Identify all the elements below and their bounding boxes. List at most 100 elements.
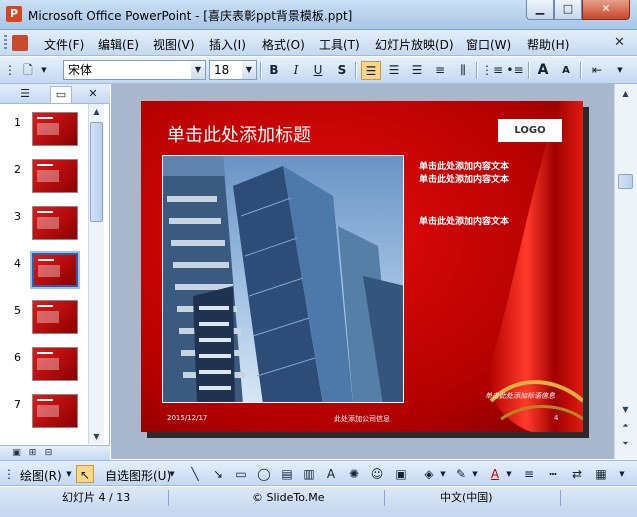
slides-pane-scrollbar[interactable]: ▲ ▼ bbox=[88, 104, 104, 444]
justify-button[interactable]: ≡ bbox=[430, 61, 450, 80]
close-pane-button[interactable]: ✕ bbox=[82, 86, 104, 103]
font-size-select[interactable]: 18 ▼ bbox=[209, 60, 257, 80]
font-color-icon[interactable]: A bbox=[486, 465, 504, 483]
diagram-icon[interactable]: ✺ bbox=[345, 465, 363, 483]
scrollbar-thumb[interactable] bbox=[90, 122, 103, 222]
slide-thumbnail-row[interactable]: 2 bbox=[0, 159, 88, 201]
menu-format[interactable]: 格式(O) bbox=[262, 36, 305, 53]
align-left-button[interactable]: ☰ bbox=[361, 61, 381, 80]
italic-button[interactable]: I bbox=[286, 61, 306, 80]
arrow-tool-icon[interactable]: ↘ bbox=[209, 465, 227, 483]
slide-thumbnail[interactable] bbox=[32, 300, 78, 334]
close-button[interactable]: ✕ bbox=[582, 0, 630, 20]
slide-thumbnail[interactable] bbox=[32, 206, 78, 240]
slide-thumbnail[interactable] bbox=[32, 159, 78, 193]
distribute-button[interactable]: ⫼ bbox=[453, 61, 473, 80]
slide-thumbnail-row[interactable]: 1 bbox=[0, 112, 88, 154]
logo-box[interactable]: LOGO bbox=[498, 119, 562, 142]
menu-slideshow[interactable]: 幻灯片放映(D) bbox=[375, 36, 454, 53]
select-objects-icon[interactable]: ↖ bbox=[76, 465, 94, 483]
scroll-up-icon[interactable]: ▲ bbox=[89, 104, 104, 119]
menu-window[interactable]: 窗口(W) bbox=[466, 36, 511, 53]
menu-insert[interactable]: 插入(I) bbox=[209, 36, 246, 53]
underline-button[interactable]: U bbox=[308, 61, 328, 80]
maximize-button[interactable]: □ bbox=[554, 0, 582, 20]
menu-view[interactable]: 视图(V) bbox=[153, 36, 195, 53]
numbering-icon[interactable]: ⋮≡ bbox=[481, 61, 503, 80]
draw-menu-button[interactable]: 绘图(R) bbox=[20, 467, 62, 484]
outline-tab-icon[interactable]: ☰ bbox=[14, 86, 36, 103]
wordart-icon[interactable]: A bbox=[322, 465, 340, 483]
document-icon[interactable] bbox=[12, 35, 28, 51]
menu-help[interactable]: 帮助(H) bbox=[527, 36, 569, 53]
clipart-icon[interactable]: ☺ bbox=[368, 465, 386, 483]
scrollbar-thumb[interactable] bbox=[618, 174, 633, 189]
content-text-line-3[interactable]: 单击此处添加内容文本 bbox=[419, 214, 509, 227]
menu-tools[interactable]: 工具(T) bbox=[319, 36, 360, 53]
menu-file[interactable]: 文件(F) bbox=[44, 36, 84, 53]
toolbar-grip-icon[interactable] bbox=[4, 35, 7, 51]
autoshapes-menu-button[interactable]: 自选图形(U) bbox=[105, 467, 171, 484]
bullets-icon[interactable]: •≡ bbox=[505, 61, 525, 80]
oval-tool-icon[interactable]: ◯ bbox=[255, 465, 273, 483]
toolbar-options-icon[interactable]: ▼ bbox=[613, 61, 627, 80]
menu-edit[interactable]: 编辑(E) bbox=[98, 36, 139, 53]
scroll-up-icon[interactable]: ▲ bbox=[617, 86, 634, 101]
slide-thumbnail-row[interactable]: 7 bbox=[0, 394, 88, 436]
scroll-down-icon[interactable]: ▼ bbox=[89, 429, 104, 444]
decrease-font-size-button[interactable]: A bbox=[556, 61, 576, 80]
scroll-down-icon[interactable]: ▼ bbox=[617, 402, 634, 417]
slide-sorter-view-icon[interactable]: ⊞ bbox=[26, 447, 39, 459]
slide-title-placeholder[interactable]: 单击此处添加标题 bbox=[167, 121, 311, 147]
normal-view-icon[interactable]: ▣ bbox=[10, 447, 23, 459]
dash-style-icon[interactable]: ┅ bbox=[544, 465, 562, 483]
minimize-button[interactable]: ▁ bbox=[526, 0, 554, 20]
slide-thumbnail-row[interactable]: 3 bbox=[0, 206, 88, 248]
slide-thumbnail-selected[interactable] bbox=[30, 251, 80, 289]
fill-color-icon[interactable]: ◈ bbox=[420, 465, 438, 483]
arrow-style-icon[interactable]: ⇄ bbox=[568, 465, 586, 483]
chevron-down-icon[interactable]: ▼ bbox=[167, 465, 177, 483]
next-slide-icon[interactable]: ⏷ bbox=[617, 436, 634, 451]
new-document-icon[interactable]: 🗋 bbox=[18, 61, 38, 80]
chevron-down-icon[interactable]: ▼ bbox=[191, 61, 205, 79]
slide-thumbnail[interactable] bbox=[32, 394, 78, 428]
line-tool-icon[interactable]: ╲ bbox=[186, 465, 204, 483]
powerpoint-app-icon[interactable]: P bbox=[6, 6, 22, 22]
chevron-down-icon[interactable]: ▼ bbox=[38, 61, 50, 80]
chevron-down-icon[interactable]: ▼ bbox=[64, 465, 74, 483]
chevron-down-icon[interactable]: ▼ bbox=[438, 465, 448, 483]
chevron-down-icon[interactable]: ▼ bbox=[470, 465, 480, 483]
content-text-line-1[interactable]: 单击此处添加内容文本 bbox=[419, 159, 509, 172]
footer-slogan[interactable]: 单击此处添加标语信息 bbox=[485, 391, 555, 401]
slide-thumbnail-row[interactable]: 5 bbox=[0, 300, 88, 342]
bold-button[interactable]: B bbox=[264, 61, 284, 80]
font-name-select[interactable]: 宋体 ▼ bbox=[63, 60, 206, 80]
slide-thumbnail-row[interactable]: 6 bbox=[0, 347, 88, 389]
content-text-line-2[interactable]: 单击此处添加内容文本 bbox=[419, 172, 509, 185]
insert-picture-icon[interactable]: ▣ bbox=[392, 465, 410, 483]
toolbar-grip-icon[interactable]: ⋮ bbox=[4, 61, 16, 80]
slide-thumbnail[interactable] bbox=[32, 112, 78, 146]
slide-area-scrollbar[interactable]: ▲ ▼ ⏶ ⏷ bbox=[614, 84, 637, 459]
toolbar-options-icon[interactable]: ▼ bbox=[615, 465, 629, 483]
slideshow-view-icon[interactable]: ⊟ bbox=[42, 447, 55, 459]
chevron-down-icon[interactable]: ▼ bbox=[504, 465, 514, 483]
vertical-textbox-icon[interactable]: ▥ bbox=[300, 465, 318, 483]
footer-company[interactable]: 此处添加公司信息 bbox=[334, 414, 390, 424]
rectangle-tool-icon[interactable]: ▭ bbox=[232, 465, 250, 483]
slide-thumbnail[interactable] bbox=[32, 347, 78, 381]
slides-tab-icon[interactable]: ▭ bbox=[50, 86, 72, 103]
current-slide[interactable]: 单击此处添加标题 LOGO 单击此处添加内容文本 单击此处添加内容文本 单击此处… bbox=[141, 101, 583, 432]
previous-slide-icon[interactable]: ⏶ bbox=[617, 418, 634, 433]
slide-page-number[interactable]: 4 bbox=[554, 414, 558, 422]
shadow-style-icon[interactable]: ▦ bbox=[592, 465, 610, 483]
line-style-icon[interactable]: ≡ bbox=[520, 465, 538, 483]
chevron-down-icon[interactable]: ▼ bbox=[242, 61, 256, 79]
close-document-button[interactable]: ✕ bbox=[614, 35, 625, 50]
toolbar-grip-icon[interactable]: ⋮ bbox=[3, 465, 15, 483]
align-center-button[interactable]: ☰ bbox=[384, 61, 404, 80]
shadow-button[interactable]: S bbox=[332, 61, 352, 80]
line-color-icon[interactable]: ✎ bbox=[452, 465, 470, 483]
skyscraper-photo[interactable] bbox=[162, 155, 404, 403]
